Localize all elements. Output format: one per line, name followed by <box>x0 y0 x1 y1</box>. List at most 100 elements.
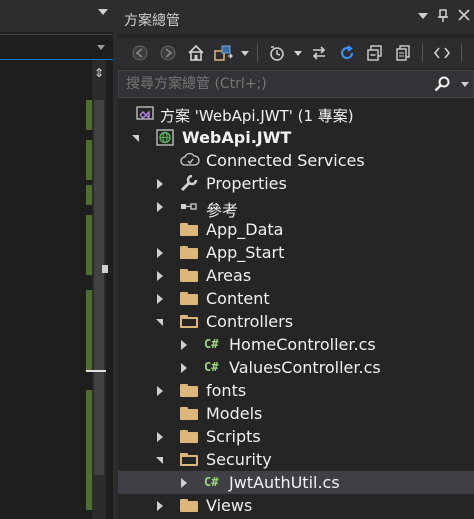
expander-closed-icon[interactable] <box>178 471 190 494</box>
tree-item[interactable]: C# ValuesController.cs <box>118 356 474 379</box>
expander-closed-icon[interactable] <box>154 494 166 517</box>
search-icon[interactable] <box>433 75 451 93</box>
editor-vertical-scrollbar[interactable]: ⇕ <box>86 60 108 519</box>
copy-icon[interactable] <box>391 41 415 65</box>
tree-item-label: App_Start <box>206 243 285 262</box>
references-icon <box>180 198 198 215</box>
folder-icon <box>180 384 198 397</box>
tree-item-label: Content <box>206 289 270 308</box>
folder-icon <box>180 430 198 443</box>
expander-closed-icon[interactable] <box>178 333 190 356</box>
tab-list-dropdown-icon[interactable] <box>98 9 108 15</box>
tree-item-selected[interactable]: C# JwtAuthUtil.cs <box>118 471 474 494</box>
folder-icon <box>180 292 198 305</box>
tree-item-label: Scripts <box>206 427 261 446</box>
expander-closed-icon[interactable] <box>154 195 166 218</box>
tree-item[interactable]: Scripts <box>118 425 474 448</box>
tree-item[interactable]: App_Start <box>118 241 474 264</box>
expander-closed-icon[interactable] <box>178 356 190 379</box>
tree-item-project[interactable]: WebApi.JWT <box>118 126 474 149</box>
tree-item[interactable]: Content <box>118 287 474 310</box>
collapse-all-icon[interactable] <box>363 41 387 65</box>
editor-pane: ⇕ <box>0 0 113 519</box>
tree-item[interactable]: 參考 <box>118 195 474 220</box>
pending-changes-filter-icon[interactable] <box>265 41 289 65</box>
tree-item-label: Properties <box>206 174 287 193</box>
forward-icon[interactable] <box>156 41 180 65</box>
panel-title: 方案總管 <box>124 13 180 29</box>
scrollbar-thumb[interactable] <box>94 100 104 475</box>
project-label: WebApi.JWT <box>182 128 292 147</box>
expander-closed-icon[interactable] <box>154 287 166 310</box>
expander-open-icon[interactable] <box>154 448 166 471</box>
solution-label: 方案 'WebApi.JWT' (1 專案) <box>160 107 354 125</box>
refresh-icon[interactable] <box>335 41 359 65</box>
tree-item-label: Connected Services <box>206 151 365 170</box>
search-options-dropdown-icon[interactable] <box>461 82 469 87</box>
editor-navigation-bar[interactable] <box>0 34 113 60</box>
open-folder-icon <box>180 315 198 328</box>
csharp-file-icon: C# <box>204 360 219 374</box>
expander-closed-icon[interactable] <box>154 264 166 287</box>
close-icon[interactable] <box>458 9 470 27</box>
tree-item-label: App_Data <box>206 220 284 239</box>
tree-item[interactable]: Properties <box>118 172 474 195</box>
tree-item-label: Security <box>206 450 272 469</box>
wrench-icon <box>180 174 198 192</box>
back-icon[interactable] <box>128 41 152 65</box>
folder-icon <box>180 407 198 420</box>
code-view-icon[interactable] <box>430 41 454 65</box>
solution-explorer-search <box>118 70 474 98</box>
toolbar-separator <box>257 44 258 62</box>
expander-closed-icon[interactable] <box>154 172 166 195</box>
split-window-icon[interactable]: ⇕ <box>92 66 106 80</box>
solution-explorer-toolbar <box>118 38 474 68</box>
filter-dropdown-icon[interactable] <box>293 41 303 65</box>
pin-icon[interactable] <box>437 9 449 27</box>
editor-tab-strip <box>0 0 113 32</box>
tree-item-label: Views <box>206 496 253 515</box>
open-folder-icon <box>180 453 198 466</box>
folder-icon <box>180 223 198 236</box>
switch-views-dropdown-icon[interactable] <box>240 41 250 65</box>
tree-item-label: HomeController.cs <box>229 335 376 354</box>
folder-icon <box>180 269 198 282</box>
tree-item-label: JwtAuthUtil.cs <box>229 473 340 492</box>
tree-item-label: Controllers <box>206 312 294 331</box>
expander-closed-icon[interactable] <box>154 425 166 448</box>
tree-item[interactable]: fonts <box>118 379 474 402</box>
tree-item-label: Areas <box>206 266 252 285</box>
tree-item[interactable]: Security <box>118 448 474 471</box>
scrollbar-marker <box>102 265 108 273</box>
tree-item[interactable]: Connected Services <box>118 149 474 172</box>
folder-icon <box>180 499 198 512</box>
solution-icon <box>136 106 154 123</box>
tree-item[interactable]: Controllers <box>118 310 474 333</box>
tree-item[interactable]: Views <box>118 494 474 517</box>
home-icon[interactable] <box>184 41 208 65</box>
expander-closed-icon[interactable] <box>154 379 166 402</box>
tree-item[interactable]: Models <box>118 402 474 425</box>
tree-item-label: fonts <box>206 381 247 400</box>
switch-views-icon[interactable] <box>212 41 236 65</box>
caret-position-marker <box>86 370 106 372</box>
toolbar-separator <box>422 44 423 62</box>
expander-open-icon[interactable] <box>154 310 166 333</box>
connected-services-icon <box>180 152 200 169</box>
csharp-file-icon: C# <box>204 337 219 351</box>
web-project-icon <box>156 129 174 146</box>
folder-icon <box>180 246 198 259</box>
tree-item[interactable]: C# HomeController.cs <box>118 333 474 356</box>
expander-closed-icon[interactable] <box>154 241 166 264</box>
panel-title-bar: 方案總管 <box>118 0 474 34</box>
window-position-dropdown-icon[interactable] <box>418 13 428 19</box>
search-input[interactable] <box>119 71 429 97</box>
tree-item-solution[interactable]: 方案 'WebApi.JWT' (1 專案) <box>118 103 474 126</box>
expander-open-icon[interactable] <box>130 126 142 149</box>
tree-item[interactable]: Areas <box>118 264 474 287</box>
navigation-dropdown-icon[interactable] <box>97 45 105 50</box>
sync-icon[interactable] <box>307 41 331 65</box>
tree-item[interactable]: App_Data <box>118 218 474 241</box>
toolbar-separator <box>461 44 462 62</box>
tree-item-label: ValuesController.cs <box>229 358 381 377</box>
